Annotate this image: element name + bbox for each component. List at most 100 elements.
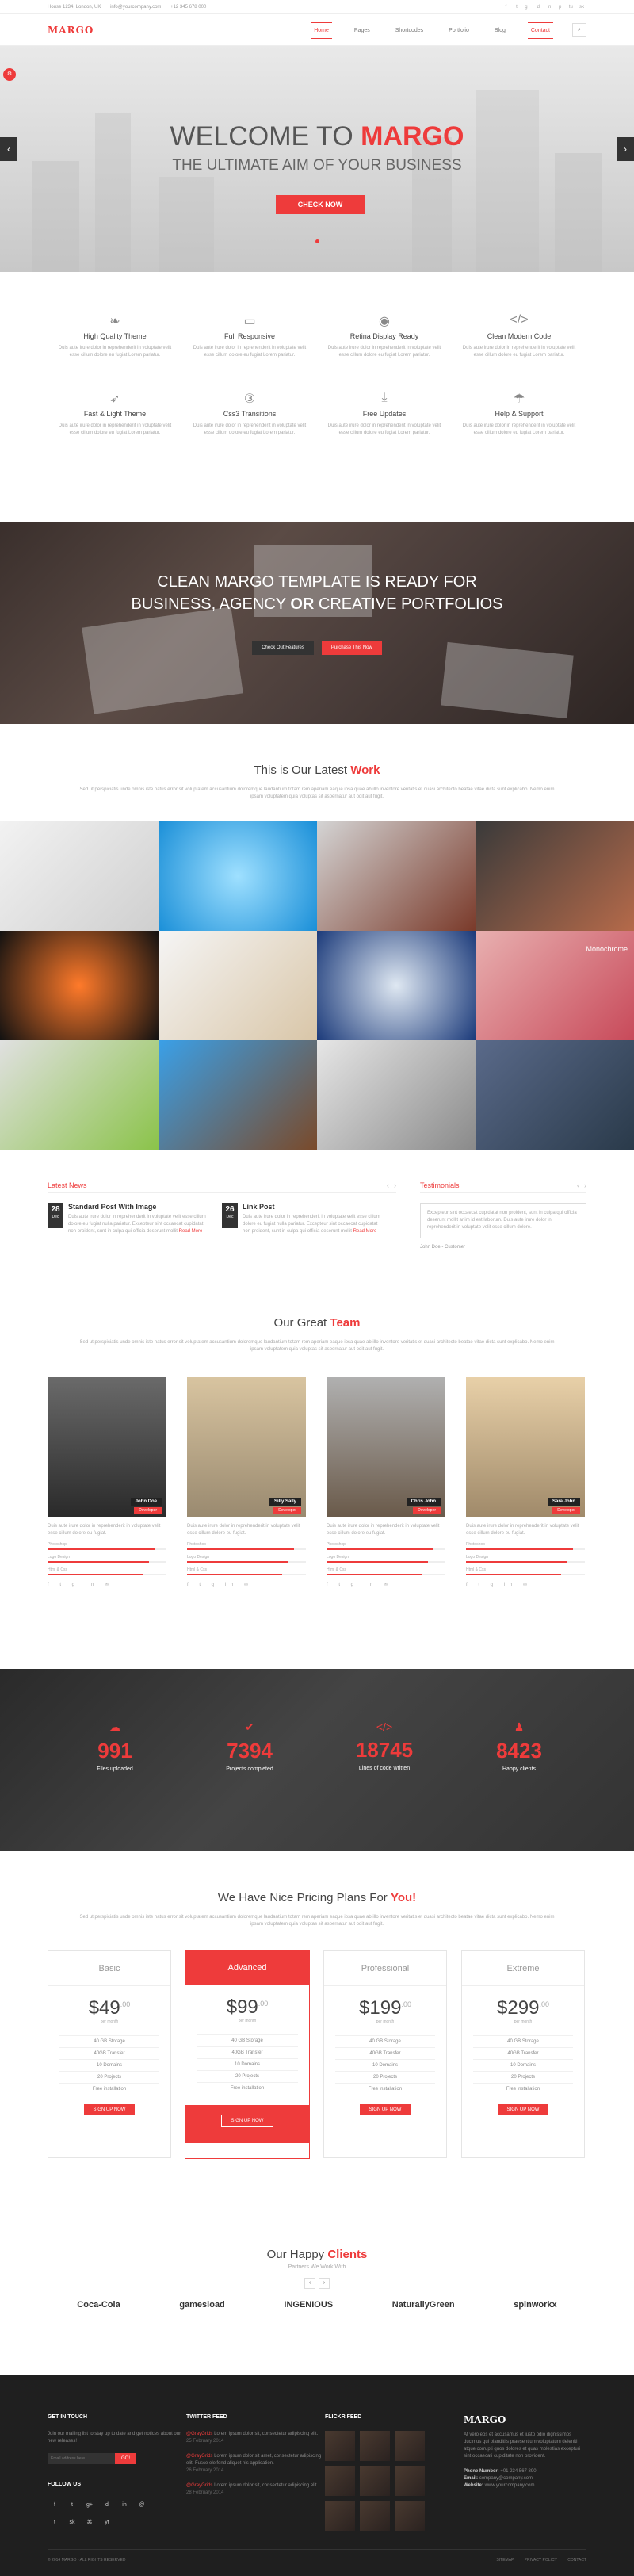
facebook-icon[interactable]: f: [501, 2, 510, 12]
logo[interactable]: MARGO: [48, 25, 94, 36]
tweet-handle[interactable]: @GrayGrids: [186, 2454, 212, 2459]
flickr-thumb[interactable]: [325, 2501, 355, 2531]
skill-bar: Logo Design: [187, 1555, 306, 1563]
twitter-icon[interactable]: t: [512, 2, 521, 12]
feature-text: Duis aute irure dolor in reprehenderit i…: [193, 346, 307, 358]
prev-icon[interactable]: ‹: [577, 1181, 579, 1189]
newsletter-go-button[interactable]: GO!: [115, 2453, 137, 2464]
client-logo[interactable]: INGENIOUS: [284, 2300, 333, 2310]
prev-icon[interactable]: ‹: [387, 1181, 389, 1189]
skill-fill: [48, 1574, 143, 1575]
skype-icon[interactable]: sk: [577, 2, 586, 12]
check-now-button[interactable]: CHECK NOW: [276, 195, 365, 214]
nav-blog[interactable]: Blog: [491, 23, 509, 38]
news-post: 26 Dec Link Post Duis aute irure dolor in r…: [222, 1203, 396, 1235]
flickr-thumb[interactable]: [395, 2431, 425, 2461]
portfolio-item[interactable]: [317, 931, 476, 1040]
next-icon[interactable]: ›: [394, 1181, 396, 1189]
flickr-thumb[interactable]: [325, 2466, 355, 2496]
dribbble-icon[interactable]: d: [100, 2498, 114, 2513]
linkedin-icon[interactable]: in: [544, 2, 554, 12]
portfolio-item[interactable]: Monochrome: [476, 931, 634, 1040]
plan-feature: 10 Domains: [335, 2059, 435, 2071]
flickr-thumb[interactable]: [325, 2431, 355, 2461]
pinterest-icon[interactable]: p: [556, 2, 565, 12]
footer-website[interactable]: www.yourcompany.com: [485, 2483, 535, 2488]
client-logo[interactable]: gamesload: [179, 2300, 224, 2310]
tweet-handle[interactable]: @GrayGrids: [186, 2483, 212, 2488]
search-icon[interactable]: ⌕: [572, 23, 586, 37]
portfolio-item[interactable]: [476, 821, 634, 931]
topbar: House 1234, London, UK info@yourcompany.…: [0, 0, 634, 14]
next-icon[interactable]: ›: [584, 1181, 586, 1189]
stat-label: Projects completed: [226, 1766, 273, 1772]
next-icon[interactable]: ›: [319, 2278, 330, 2289]
stat-item: ♟ 8423 Happy clients: [452, 1721, 586, 1772]
portfolio-item[interactable]: [476, 1040, 634, 1150]
portfolio-item[interactable]: [0, 931, 158, 1040]
skype-icon[interactable]: sk: [65, 2516, 79, 2530]
purchase-button[interactable]: Purchase This Now: [321, 641, 382, 655]
youtube-icon[interactable]: yt: [100, 2516, 114, 2530]
portfolio-item[interactable]: [158, 821, 317, 931]
flickr-thumb[interactable]: [395, 2466, 425, 2496]
signup-button[interactable]: SIGN UP NOW: [220, 2115, 274, 2127]
portfolio-item[interactable]: [0, 1040, 158, 1150]
signup-button[interactable]: SIGN UP NOW: [359, 2104, 411, 2115]
post-title[interactable]: Standard Post With Image: [68, 1203, 211, 1211]
footer-link-privacy[interactable]: PRIVACY POLICY: [525, 2558, 557, 2563]
twitter-icon[interactable]: t: [65, 2498, 79, 2513]
skill-label: Logo Design: [187, 1555, 210, 1560]
nav-home[interactable]: Home: [311, 21, 332, 39]
nav-contact[interactable]: Contact: [527, 21, 553, 39]
tumblr-icon[interactable]: t: [48, 2516, 62, 2530]
flickr-thumb[interactable]: [360, 2431, 390, 2461]
member-role: Developer: [552, 1507, 580, 1514]
tumblr-icon[interactable]: tu: [566, 2, 575, 12]
client-logo[interactable]: NaturallyGreen: [392, 2300, 455, 2310]
tweet-handle[interactable]: @GrayGrids: [186, 2432, 212, 2436]
nav-pages[interactable]: Pages: [351, 23, 373, 38]
signup-button[interactable]: SIGN UP NOW: [83, 2104, 136, 2115]
member-social-icons: f t g in ✉: [466, 1583, 533, 1587]
client-logo[interactable]: spinworkx: [514, 2300, 556, 2310]
newsletter-email-input[interactable]: Email address here: [48, 2453, 115, 2464]
read-more-link[interactable]: Read More: [179, 1229, 203, 1234]
pricing-plan: Basic $49.00 per month 40 GB Storage 40GB Tr…: [48, 1950, 171, 2158]
signup-button[interactable]: SIGN UP NOW: [497, 2104, 549, 2115]
portfolio-item[interactable]: [317, 821, 476, 931]
slider-dot[interactable]: [315, 239, 319, 243]
banner-title: CLEAN MARGO TEMPLATE IS READY FOR BUSINE…: [131, 573, 503, 613]
check-features-button[interactable]: Check Out Features: [252, 641, 314, 655]
footer-link-contact[interactable]: CONTACT: [567, 2558, 586, 2563]
nav-shortcodes[interactable]: Shortcodes: [392, 23, 426, 38]
rss-icon[interactable]: ⌘: [82, 2516, 97, 2530]
prev-icon[interactable]: ‹: [304, 2278, 315, 2289]
flickr-thumb[interactable]: [360, 2466, 390, 2496]
facebook-icon[interactable]: f: [48, 2498, 62, 2513]
client-logo[interactable]: Coca-Cola: [77, 2300, 120, 2310]
google-plus-icon[interactable]: g+: [523, 2, 533, 12]
portfolio-item[interactable]: [158, 931, 317, 1040]
portfolio-item[interactable]: [317, 1040, 476, 1150]
post-title[interactable]: Link Post: [243, 1203, 385, 1211]
skill-bar: Photoshop: [187, 1542, 306, 1550]
stat-icon: ✔: [245, 1721, 254, 1733]
nav-portfolio[interactable]: Portfolio: [445, 23, 472, 38]
stat-value: 7394: [227, 1739, 273, 1763]
style-switcher-icon[interactable]: ⚙: [3, 68, 16, 81]
footer-link-sitemap[interactable]: SITEMAP: [496, 2558, 514, 2563]
email-link[interactable]: info@yourcompany.com: [110, 5, 161, 10]
read-more-link[interactable]: Read More: [353, 1229, 377, 1234]
linkedin-icon[interactable]: in: [117, 2498, 132, 2513]
plan-price-cents: .00: [539, 2000, 549, 2008]
google-plus-icon[interactable]: g+: [82, 2498, 97, 2513]
email-icon[interactable]: @: [135, 2498, 149, 2513]
dribbble-icon[interactable]: d: [533, 2, 543, 12]
flickr-thumb[interactable]: [360, 2501, 390, 2531]
flickr-thumb[interactable]: [395, 2501, 425, 2531]
footer-email[interactable]: company@company.com: [479, 2476, 533, 2481]
portfolio-item[interactable]: [0, 821, 158, 931]
clients-section: Our Happy Clients Partners We Work With …: [0, 2240, 634, 2375]
portfolio-item[interactable]: [158, 1040, 317, 1150]
